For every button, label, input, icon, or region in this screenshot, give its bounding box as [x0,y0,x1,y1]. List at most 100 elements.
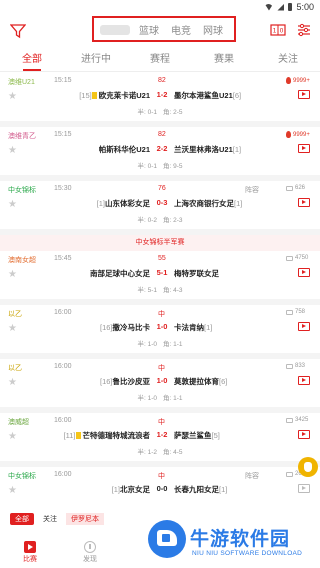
match-score: 1-2 [156,90,168,99]
away-rank: [1] [219,485,228,494]
watermark-title: 牛游软件园 [190,529,291,550]
popularity-count: 9999+ [286,131,310,138]
popularity-value: 758 [295,309,306,315]
tab-esports[interactable]: 电竞 [171,22,191,37]
lineup-label[interactable]: 阵容 [245,471,259,481]
tabbar-matches-label: 比赛 [23,556,37,563]
corner-count: 角: 4-5 [163,449,183,456]
settings-sliders-icon[interactable] [296,23,312,37]
match-row[interactable]: 澳威超 16:00 中 3425 ★ [11] 芒特德瑞特城流浪者 1-2 萨瑟兰鲨鱼[5] 半:… [0,413,320,467]
match-time: 16:00 [54,363,72,370]
home-team-name: 欧克莱卡诺U21 [98,91,150,100]
match-row[interactable]: 澳南女超 15:45 55 4750 ★ 南部足球中心女足 5-1 梅特罗联女足 半: 5-1 角… [0,251,320,305]
teams-line: [1]山东体彩女足 0-3 上海农商银行女足[1] [0,198,320,210]
corner-count: 角: 2-5 [163,109,183,116]
home-team: [1]山东体彩女足 [97,198,150,209]
half-time-info: 半: 0-1 角: 2-5 [0,106,320,116]
viewers-icon [286,185,293,191]
home-team-name: 山东体彩女足 [105,199,150,208]
half-time-info: 半: 5-1 角: 4-3 [0,284,320,294]
quick-filter-all[interactable]: 全部 [10,513,34,525]
away-team: 莫敦提拉体育[6] [174,376,227,387]
svg-text:0: 0 [280,28,284,35]
tab-tennis[interactable]: 网球 [203,22,223,37]
away-team: 长春九阳女足[1] [174,484,227,495]
match-row[interactable]: 以乙 16:00 中 758 ★ [16]撒冷马比卡 1-0 卡法肯纳[1] 半: 1-0 角: … [0,305,320,359]
match-row[interactable]: 中女锦标 15:30 76 阵容 626 ★ [1]山东体彩女足 0-3 上海农商银行女足[1]… [0,181,320,235]
away-team: 兰沃里林弗洛U21[1] [174,144,241,155]
quick-filter-league[interactable]: 伊罗尼本 [66,513,104,525]
league-name: 澳南女超 [8,257,36,264]
flame-icon [286,77,291,84]
corner-count: 角: 2-3 [163,217,183,224]
live-video-icon[interactable] [298,484,310,493]
filter-icon[interactable] [10,23,26,39]
league-name: 以乙 [8,311,22,318]
viewers-icon [286,363,293,369]
half-score: 半: 1-0 [137,341,157,348]
live-video-icon[interactable] [298,144,310,153]
away-rank: [1] [234,199,243,208]
tab-basketball[interactable]: 篮球 [139,22,159,37]
score-board-icon[interactable]: 1 0 [270,23,286,37]
quick-filter-follow[interactable]: 关注 [38,513,62,525]
live-video-icon[interactable] [298,268,310,277]
match-score: 0-0 [156,484,168,493]
match-filter-tabs: 全部 进行中 赛程 赛果 关注 [0,48,320,72]
half-time-info: 半: 0-1 角: 9-5 [0,160,320,170]
home-team-name: 北京女足 [120,485,150,494]
away-rank: [5] [211,431,220,440]
tabbar-discover[interactable]: 发现 [60,538,120,568]
tab-results[interactable]: 赛果 [192,48,256,71]
tab-all[interactable]: 全部 [0,48,64,71]
match-group-banner[interactable]: 中女锦标半军赛 [0,235,320,251]
away-team: 萨瑟兰鲨鱼[5] [174,430,220,441]
half-score: 半: 0-1 [137,163,157,170]
float-action-button[interactable] [298,457,318,477]
match-time: 16:00 [54,309,72,316]
match-score: 0-3 [156,198,168,207]
discover-icon [84,541,96,553]
live-video-icon[interactable] [298,322,310,331]
home-team-name: 芒特德瑞特城流浪者 [82,431,151,440]
live-video-icon[interactable] [298,198,310,207]
svg-text:1: 1 [273,28,277,35]
match-minute: 中 [158,473,165,480]
home-team: [16]鲁比沙皮亚 [100,376,150,387]
half-score: 半: 0-2 [137,217,157,224]
match-row[interactable]: 澳维青乙 15:15 82 9999+ ★ 帕斯科华伦U21 2-2 兰沃里林弗洛U21[1]… [0,127,320,181]
top-nav: 篮球 电竞 网球 1 0 [0,14,320,48]
half-score: 半: 5-1 [137,287,157,294]
match-score: 1-2 [156,430,168,439]
match-row[interactable]: 澳维U21 15:15 82 9999+ ★ [15] 欧克莱卡诺U21 1-2 墨尔本港鲨鱼U… [0,73,320,127]
home-rank: [1] [96,199,105,208]
home-team: 帕斯科华伦U21 [99,144,150,155]
lineup-label[interactable]: 阵容 [245,185,259,195]
viewers-icon [286,309,293,315]
battery-icon [288,3,293,11]
watermark-subtitle: NIU NIU SOFTWARE DOWNLOAD [192,550,303,557]
top-right-icons: 1 0 [270,23,312,37]
yellow-card-icon [75,432,81,439]
home-rank: [1] [111,485,120,494]
tabbar-matches[interactable]: 比赛 [0,538,60,568]
signal-icon [277,3,285,11]
home-rank: [16] [99,377,113,386]
popularity-value: 9999+ [293,131,310,138]
popularity-value: 9999+ [293,77,310,84]
live-video-icon[interactable] [298,90,310,99]
corner-count: 角: 4-3 [163,287,183,294]
tab-schedule[interactable]: 赛程 [128,48,192,71]
tab-live[interactable]: 进行中 [64,48,128,71]
league-name: 中女锦标 [8,473,36,480]
away-team-name: 卡法肯纳 [174,323,204,332]
football-tab-blurred[interactable] [100,25,130,35]
match-row[interactable]: 以乙 16:00 中 833 ★ [16]鲁比沙皮亚 1-0 莫敦提拉体育[6] 半: 1-0 角… [0,359,320,413]
half-time-info: 半: 1-0 角: 1-1 [0,338,320,348]
match-minute: 中 [158,311,165,318]
live-video-icon[interactable] [298,430,310,439]
teams-line: [16]鲁比沙皮亚 1-0 莫敦提拉体育[6] [0,376,320,388]
live-video-icon[interactable] [298,376,310,385]
tab-followed[interactable]: 关注 [256,48,320,71]
away-team-name: 梅特罗联女足 [174,269,219,278]
